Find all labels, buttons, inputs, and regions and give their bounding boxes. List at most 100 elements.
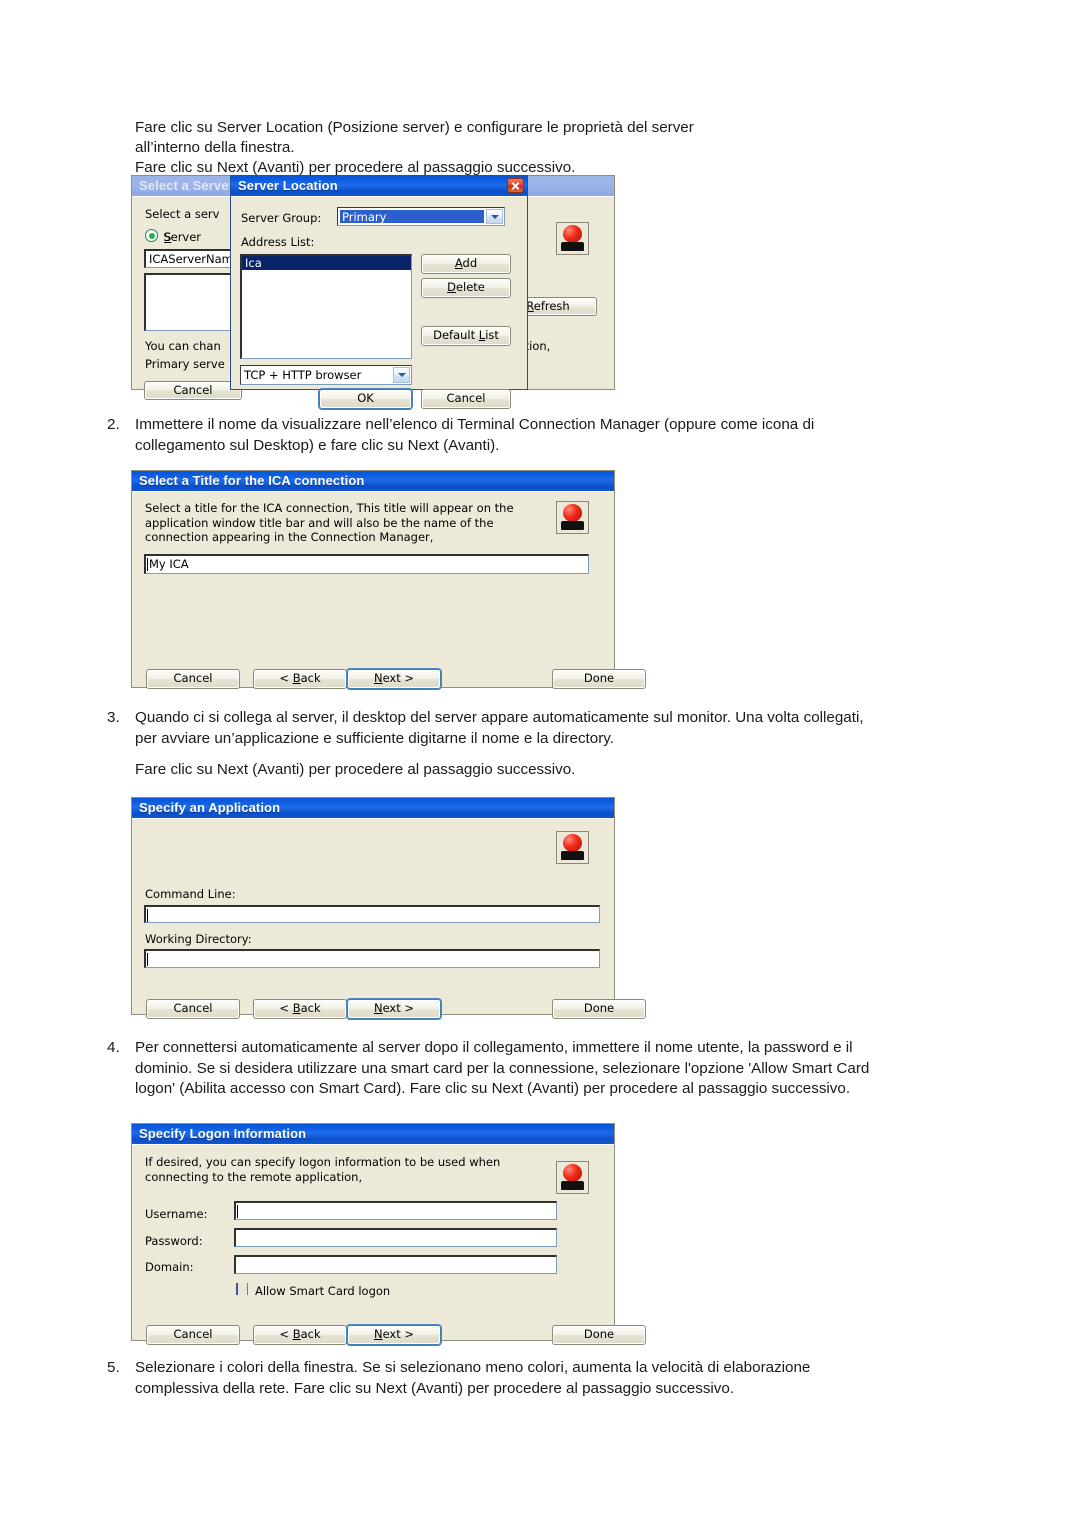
radio-server[interactable] <box>145 229 158 242</box>
next-button-label: Next > <box>373 671 415 686</box>
step-5-number: 5. <box>107 1359 120 1376</box>
address-list-label: Address List: <box>241 235 315 249</box>
server-group-value: Primary <box>339 209 485 224</box>
dialog-specify-logon[interactable]: Specify Logon Information If desired, yo… <box>131 1123 646 1345</box>
delete-button[interactable]: Delete <box>421 278 511 298</box>
working-directory-input[interactable] <box>144 949 600 968</box>
refresh-rest: efresh <box>533 298 570 313</box>
done-button[interactable]: Done <box>552 669 646 689</box>
icon-black-base <box>560 241 584 251</box>
done-button[interactable]: Done <box>552 999 646 1019</box>
protocol-combo[interactable]: TCP + HTTP browser <box>240 365 412 385</box>
next-accel: N <box>373 1001 383 1016</box>
icon-red-ball <box>562 504 582 523</box>
password-label: Password: <box>145 1234 203 1248</box>
cancel-button[interactable]: Cancel <box>144 381 242 400</box>
radio-server-label-text: Server <box>163 230 202 244</box>
done-button[interactable]: Done <box>552 1325 646 1345</box>
back-button[interactable]: < Back <box>253 999 347 1019</box>
intro-line-1: Fare clic su Server Location (Posizione … <box>135 119 694 136</box>
dialog-server-location[interactable]: Server Location Server Group: Primary Ad… <box>230 175 528 409</box>
select-server-hint-line-2: Primary serve <box>145 357 225 371</box>
allow-smart-card-logon-label: Allow Smart Card logon <box>255 1284 391 1298</box>
specify-logon-description: If desired, you can specify logon inform… <box>145 1155 501 1184</box>
cancel-button[interactable]: Cancel <box>146 999 240 1019</box>
ok-button[interactable]: OK <box>319 389 412 409</box>
server-group-combo[interactable]: Primary <box>337 207 505 226</box>
icon-black-base <box>560 520 584 530</box>
default-list-button[interactable]: Default List <box>421 326 511 346</box>
document-page: Fare clic su Server Location (Posizione … <box>0 0 1080 1528</box>
default-list-button-label: Default List <box>433 328 499 343</box>
step-3-extra: Fare clic su Next (Avanti) per procedere… <box>135 761 576 778</box>
address-list[interactable]: Ica <box>240 254 412 359</box>
icon-red-ball <box>562 225 582 244</box>
chevron-down-icon[interactable] <box>486 209 503 224</box>
ica-title-input[interactable]: My ICA <box>144 554 589 574</box>
dialog-select-title-title: Select a Title for the ICA connection <box>139 473 365 488</box>
step-3-number: 3. <box>107 709 120 726</box>
dialog-server-location-title: Server Location <box>238 178 338 193</box>
step-4-number: 4. <box>107 1039 120 1056</box>
dialog-specify-application-title: Specify an Application <box>139 800 281 815</box>
next-accel: N <box>373 1327 383 1342</box>
dialog-specify-logon-titlebar[interactable]: Specify Logon Information <box>132 1124 614 1144</box>
back-button-label: < Back <box>279 671 321 686</box>
back-button[interactable]: < Back <box>253 1325 347 1345</box>
icon-black-base <box>560 850 584 860</box>
domain-input[interactable] <box>234 1255 557 1274</box>
citrix-app-icon <box>556 1161 589 1194</box>
cancel-button[interactable]: Cancel <box>146 669 240 689</box>
domain-label: Domain: <box>145 1260 194 1274</box>
back-button[interactable]: < Back <box>253 669 347 689</box>
icon-red-ball <box>562 834 582 853</box>
working-directory-label: Working Directory: <box>145 932 252 946</box>
back-accel: B <box>292 1327 301 1342</box>
step-2-text: Immettere il nome da visualizzare nell’e… <box>135 416 819 454</box>
step-5-text: Selezionare i colori della finestra. Se … <box>135 1359 815 1397</box>
citrix-app-icon <box>556 222 589 255</box>
add-accel: A <box>454 256 463 271</box>
allow-smart-card-logon-checkbox[interactable] <box>236 1283 248 1295</box>
cancel-button[interactable]: Cancel <box>146 1325 240 1345</box>
delete-button-label: Delete <box>447 280 485 295</box>
next-button[interactable]: Next > <box>347 669 441 689</box>
dialog-select-a-server-title: Select a Server <box>139 178 234 193</box>
citrix-app-icon <box>556 501 589 534</box>
dialog-specify-application-body: Command Line: Working Directory: Cancel … <box>132 818 646 1019</box>
citrix-app-icon <box>556 831 589 864</box>
intro-line-2: all’interno della finestra. <box>135 139 295 156</box>
next-button[interactable]: Next > <box>347 1325 441 1345</box>
protocol-value: TCP + HTTP browser <box>244 368 362 382</box>
delete-accel: D <box>447 280 456 295</box>
select-server-description: Select a serv <box>145 207 220 221</box>
step-3-text: Quando ci si collega al server, il deskt… <box>135 709 868 747</box>
icon-red-ball <box>562 1164 582 1183</box>
next-button[interactable]: Next > <box>347 999 441 1019</box>
chevron-down-icon[interactable] <box>393 367 410 383</box>
step-2-number: 2. <box>107 416 120 433</box>
back-accel: B <box>292 1001 301 1016</box>
address-list-item[interactable]: Ica <box>242 256 411 270</box>
username-input[interactable] <box>234 1201 557 1220</box>
dialog-select-title-titlebar[interactable]: Select a Title for the ICA connection <box>132 471 614 491</box>
password-input[interactable] <box>234 1228 557 1247</box>
command-line-input[interactable] <box>144 905 600 923</box>
radio-server-label: SServer <box>163 230 202 244</box>
dialog-select-title-body: Select a title for the ICA connection, T… <box>132 491 646 689</box>
dialog-specify-logon-body: If desired, you can specify logon inform… <box>132 1144 646 1345</box>
dialog-select-title[interactable]: Select a Title for the ICA connection Se… <box>131 470 646 689</box>
dialog-specify-application-titlebar[interactable]: Specify an Application <box>132 798 614 818</box>
back-button-label: < Back <box>279 1327 321 1342</box>
dialog-specify-application[interactable]: Specify an Application Command Line: Wor… <box>131 797 646 1019</box>
close-icon[interactable] <box>507 178 524 193</box>
dialog-specify-logon-title: Specify Logon Information <box>139 1126 307 1141</box>
next-button-label: Next > <box>373 1327 415 1342</box>
command-line-label: Command Line: <box>145 887 236 901</box>
select-server-hint-line-1: You can chan <box>145 339 221 353</box>
add-button[interactable]: Add <box>421 254 511 274</box>
next-button-label: Next > <box>373 1001 415 1016</box>
username-label: Username: <box>145 1207 208 1221</box>
cancel-button[interactable]: Cancel <box>421 389 511 409</box>
dialog-server-location-titlebar[interactable]: Server Location <box>231 176 527 196</box>
